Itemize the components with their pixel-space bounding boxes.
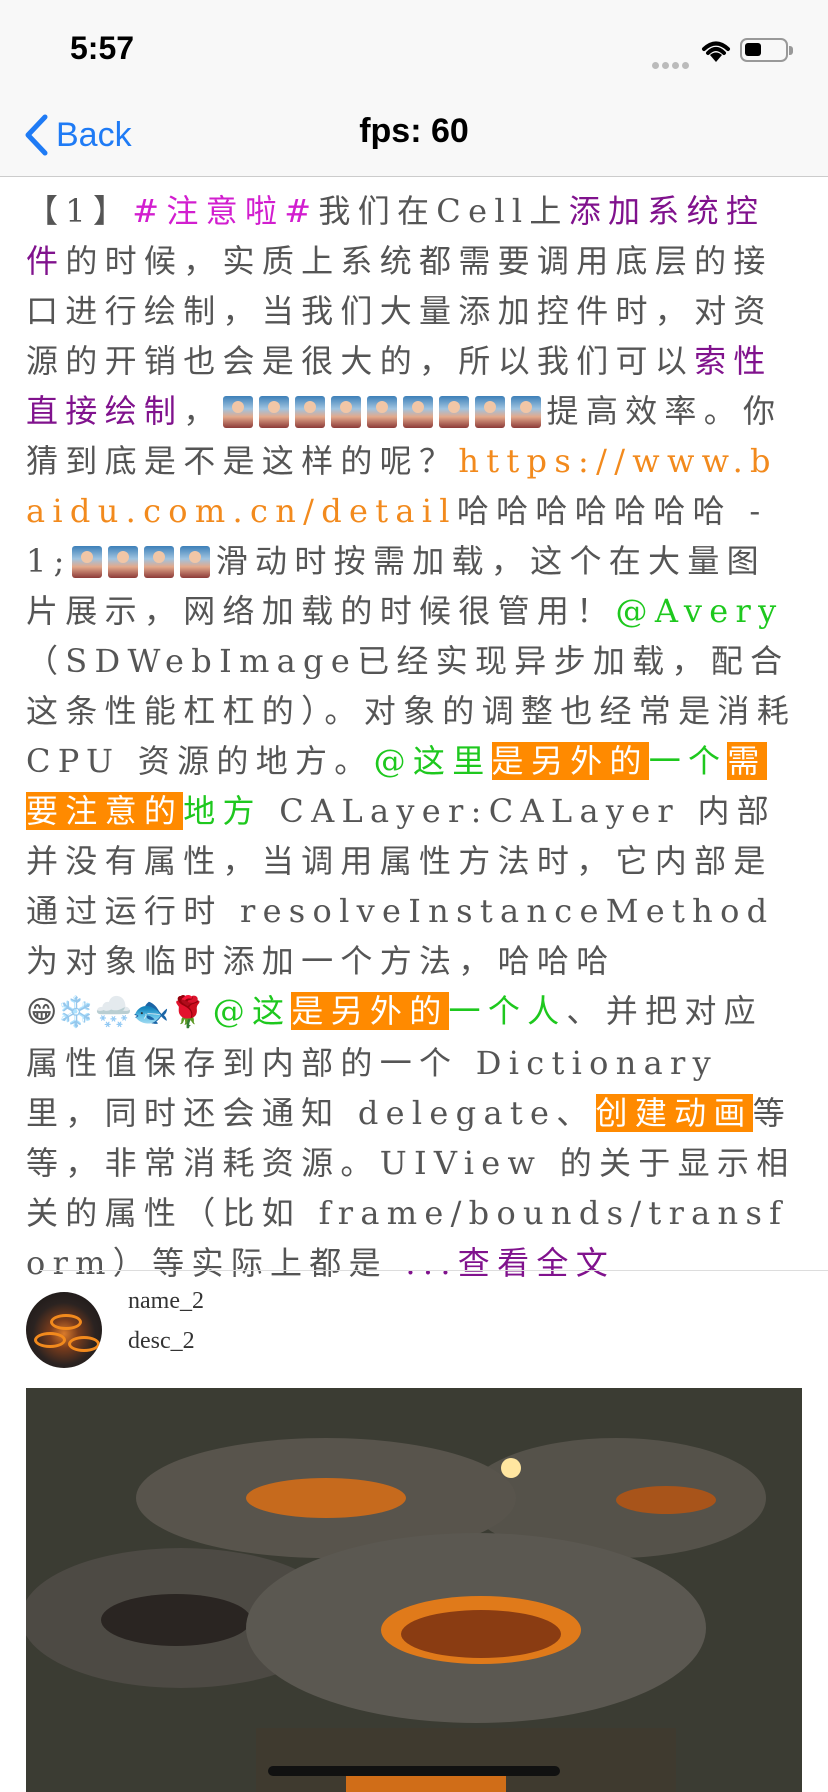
post-photo[interactable] xyxy=(26,1388,802,1792)
hashtag[interactable]: #注意啦# xyxy=(132,192,318,230)
highlight-link[interactable]: 创建动画 xyxy=(595,1094,753,1132)
mention-link[interactable]: @Avery xyxy=(616,592,784,630)
inline-image-icon xyxy=(510,396,541,428)
inline-image-icon xyxy=(438,396,469,428)
home-indicator xyxy=(268,1766,560,1776)
inline-image-icon xyxy=(107,546,138,578)
user-desc: desc_2 xyxy=(128,1328,195,1354)
post-text: 【1】#注意啦#我们在Cell上添加系统控件的时候，实质上系统都需要调用底层的接… xyxy=(26,186,802,1288)
post-text-segment: 【1】 xyxy=(26,192,133,230)
inline-image-icon xyxy=(366,396,397,428)
mention-link[interactable]: @这 xyxy=(213,992,292,1030)
post-text-segment: 的时候，实质上系统都需要调用底层的接口进行绘制，当我们大量添加控件时，对资源的开… xyxy=(26,242,773,380)
emoji-icons: 😁❄️🌨️🐟🌹 xyxy=(26,995,207,1030)
signal-icon xyxy=(652,54,692,73)
post-text-segment: 我们在Cell上 xyxy=(318,192,569,230)
inline-image-icon xyxy=(294,396,325,428)
inline-image-icon xyxy=(143,546,174,578)
tulou-photo xyxy=(26,1388,802,1792)
avatar[interactable] xyxy=(26,1292,102,1368)
keyword-link[interactable]: ...查看全文 xyxy=(405,1244,615,1282)
battery-icon xyxy=(740,38,788,62)
highlight-link[interactable]: 是另外的 xyxy=(491,742,649,780)
divider xyxy=(40,1270,828,1271)
inline-image-icon xyxy=(330,396,361,428)
user-name[interactable]: name_2 xyxy=(128,1288,204,1315)
inline-image-icon xyxy=(402,396,433,428)
navigation-bar: Back fps: 60 xyxy=(0,100,828,177)
mention-link[interactable]: @这里 xyxy=(374,742,492,780)
wifi-icon xyxy=(702,41,730,62)
status-bar: 5:57 xyxy=(0,0,828,100)
inline-image-icon xyxy=(222,396,253,428)
mention-link[interactable]: 一个 xyxy=(649,742,728,780)
mention-link[interactable]: 一个人 xyxy=(449,992,567,1030)
inline-image-icon xyxy=(179,546,210,578)
inline-image-icon xyxy=(474,396,505,428)
post-text-segment: ， xyxy=(183,392,223,430)
mention-link[interactable]: 地方 xyxy=(183,792,262,830)
inline-image-icon xyxy=(258,396,289,428)
page-title: fps: 60 xyxy=(359,112,469,150)
highlight-link[interactable]: 是另外的 xyxy=(291,992,449,1030)
status-time: 5:57 xyxy=(70,30,135,66)
inline-image-icon xyxy=(71,546,102,578)
battery-tip xyxy=(789,46,793,55)
